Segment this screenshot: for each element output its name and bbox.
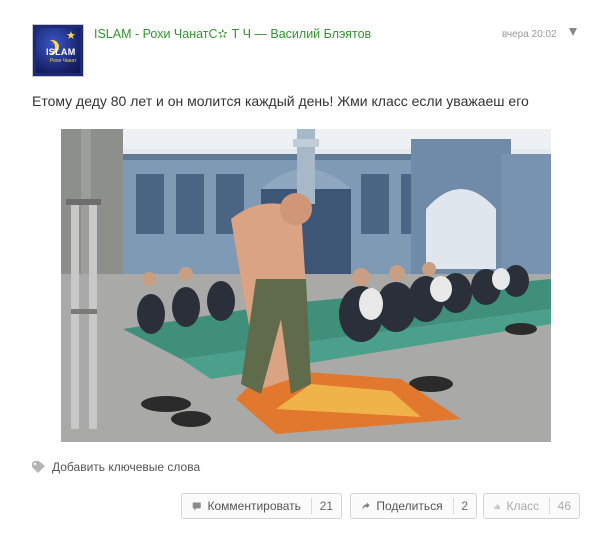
like-count: 46 [557,499,571,513]
photo-image [61,129,551,442]
post-menu-arrow-icon[interactable] [569,28,577,36]
feed-post: ★ ISLAM Рохи Чанат ISLAM - Рохи ЧанатС✫ … [0,0,610,536]
avatar-logo-text: ISLAM [46,47,76,57]
star-icon: ★ [66,30,76,42]
share-count: 2 [461,499,468,513]
thumbs-up-icon [494,503,501,509]
add-tags[interactable]: Добавить ключевые слова [32,459,200,475]
like-label: Класс [506,499,540,513]
avatar-logo-subtext: Рохи Чанат [50,58,77,64]
comment-label: Комментировать [207,499,301,513]
comment-count: 21 [319,499,333,513]
share-button[interactable]: Поделиться 2 [350,493,477,519]
add-tags-label: Добавить ключевые слова [52,460,201,474]
comment-button[interactable]: Комментировать 21 [181,493,342,519]
post-timestamp: вчера 20:02 [502,29,557,40]
like-button[interactable]: Класс 46 [483,493,580,519]
share-icon [362,502,370,510]
tag-icon [32,461,45,473]
post-text: Етому деду 80 лет и он молится каждый де… [32,93,529,109]
share-label: Поделиться [376,499,443,513]
avatar-logo: ★ ISLAM Рохи Чанат [36,28,80,73]
post-photo[interactable] [61,129,551,442]
author-link[interactable]: ISLAM - Рохи ЧанатС✫ Т Ч — Василий Блэят… [94,26,371,41]
comment-icon [192,501,201,511]
group-avatar[interactable]: ★ ISLAM Рохи Чанат [32,24,84,77]
